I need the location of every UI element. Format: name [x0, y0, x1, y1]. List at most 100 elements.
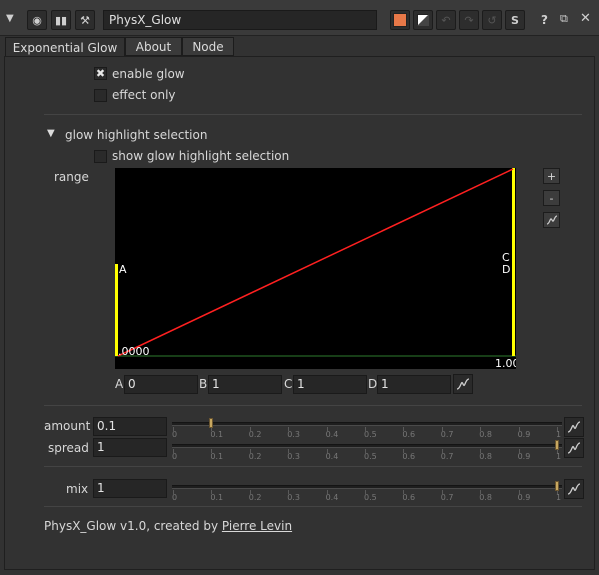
- mix-input[interactable]: 1: [93, 479, 167, 498]
- slider-tick-label: 1: [556, 452, 562, 461]
- divider: [44, 405, 582, 406]
- slider-track[interactable]: [172, 422, 562, 426]
- slider-tick-label: 0.6: [402, 452, 416, 461]
- amount-input[interactable]: 0.1: [93, 417, 167, 436]
- group-collapse-arrow-icon[interactable]: ▼: [47, 128, 55, 139]
- curve-marker-d: D: [502, 263, 511, 276]
- range-animation-icon[interactable]: [453, 374, 473, 394]
- redo-icon[interactable]: ↷: [459, 10, 479, 30]
- settings-wrench-icon[interactable]: ⚒: [75, 10, 95, 30]
- slider-tick-label: 0.3: [287, 493, 300, 502]
- slider-tick-label: 0: [172, 493, 178, 502]
- divider: [44, 114, 582, 115]
- field-a-input[interactable]: 0: [124, 375, 198, 394]
- float-window-icon[interactable]: ⧉: [560, 12, 568, 26]
- slider-tick-label: 0.6: [402, 430, 416, 439]
- slider-tick-label: 0.2: [248, 493, 262, 502]
- slider-tick-label: 0.8: [479, 493, 492, 502]
- spread-input[interactable]: 1: [93, 438, 167, 457]
- range-label: range: [54, 170, 89, 184]
- curve-animation-icon[interactable]: [543, 212, 560, 228]
- collapse-arrow-icon[interactable]: ▼: [6, 13, 18, 25]
- slider-tick-label: 0.4: [325, 452, 339, 461]
- slider-tick-label: 0.7: [440, 493, 454, 502]
- viewer-icon[interactable]: ◉: [27, 10, 47, 30]
- slider-tick-label: 1: [556, 430, 562, 439]
- slider-tick-label: 0.3: [287, 452, 300, 461]
- slider-tick-label: 0.9: [517, 493, 531, 502]
- field-c-label: C: [284, 377, 293, 391]
- node-graph-icon[interactable]: ▮▮: [51, 10, 71, 30]
- author-link[interactable]: Pierre Levin: [222, 519, 292, 533]
- spread-label: spread: [48, 441, 89, 455]
- slider-tick-label: 0.4: [325, 493, 339, 502]
- field-d-label: D: [368, 377, 378, 391]
- curve-left-value: .0000: [118, 345, 150, 358]
- slider-tick-label: 0.7: [440, 452, 454, 461]
- slider-tick-label: 0.1: [210, 452, 224, 461]
- script-icon[interactable]: S: [505, 10, 525, 30]
- range-curve-editor[interactable]: A C D .0000 1.00: [115, 168, 516, 369]
- field-d-input[interactable]: 1: [377, 375, 451, 394]
- slider-tick-label: 0.5: [364, 493, 377, 502]
- tab-about[interactable]: About: [125, 37, 182, 56]
- slider-tick-label: 0.2: [248, 430, 262, 439]
- slider-tick-label: 0.1: [210, 493, 224, 502]
- slider-knob[interactable]: [555, 440, 559, 450]
- slider-knob[interactable]: [555, 481, 559, 491]
- slider-tick-label: 0.2: [248, 452, 262, 461]
- field-c-input[interactable]: 1: [293, 375, 367, 394]
- curve-marker-a: A: [119, 263, 127, 276]
- field-a-label: A: [115, 377, 124, 391]
- undo-icon[interactable]: ↶: [436, 10, 456, 30]
- amount-slider[interactable]: 0 0.1 0.2 0.3 0.4 0.5 0.6 0.7 0.8 0.9 1: [172, 418, 562, 442]
- slider-tick-label: 1: [556, 493, 562, 502]
- field-b-label: B: [199, 377, 208, 391]
- mix-slider[interactable]: 0 0.1 0.2 0.3 0.4 0.5 0.6 0.7 0.8 0.9 1: [172, 481, 562, 505]
- mix-label: mix: [66, 482, 89, 496]
- slider-track[interactable]: [172, 485, 562, 489]
- slider-tick-label: 0.9: [517, 430, 531, 439]
- footer-text: PhysX_Glow v1.0, created by: [44, 519, 222, 533]
- slider-track[interactable]: [172, 444, 562, 448]
- node-name-field[interactable]: PhysX_Glow: [103, 10, 377, 30]
- node-color-swatch[interactable]: [390, 10, 410, 30]
- curve-remove-button[interactable]: -: [543, 190, 560, 206]
- slider-tick-label: 0.5: [364, 430, 377, 439]
- amount-label: amount: [44, 419, 91, 433]
- effect-only-label: effect only: [112, 88, 176, 102]
- color-reset-icon[interactable]: [413, 10, 433, 30]
- slider-tick-label: 0.8: [479, 452, 492, 461]
- group-title[interactable]: glow highlight selection: [65, 128, 207, 142]
- slider-tick-label: 0.5: [364, 452, 377, 461]
- slider-tick-label: 0.1: [210, 430, 224, 439]
- curve-ramp-line: [117, 168, 514, 357]
- slider-tick-label: 0.8: [479, 430, 492, 439]
- spread-slider[interactable]: 0 0.1 0.2 0.3 0.4 0.5 0.6 0.7 0.8 0.9 1: [172, 440, 562, 464]
- revert-icon[interactable]: ↺: [482, 10, 502, 30]
- spread-animation-icon[interactable]: [564, 438, 584, 458]
- tab-exponential-glow[interactable]: Exponential Glow: [5, 37, 125, 57]
- curve-right-value: 1.00: [495, 357, 516, 369]
- show-highlight-checkbox[interactable]: [94, 150, 107, 163]
- show-highlight-label: show glow highlight selection: [112, 149, 290, 163]
- slider-tick-label: 0: [172, 452, 178, 461]
- footer-credit: PhysX_Glow v1.0, created by Pierre Levin: [44, 519, 292, 533]
- close-icon[interactable]: ✕: [580, 11, 591, 26]
- slider-tick-label: 0.7: [440, 430, 454, 439]
- slider-tick-label: 0.3: [287, 430, 300, 439]
- amount-animation-icon[interactable]: [564, 417, 584, 437]
- slider-tick-label: 0.9: [517, 452, 531, 461]
- effect-only-checkbox[interactable]: [94, 89, 107, 102]
- slider-tick-label: 0.4: [325, 430, 339, 439]
- slider-knob[interactable]: [209, 418, 214, 428]
- divider: [44, 466, 582, 467]
- tab-node[interactable]: Node: [182, 37, 234, 56]
- help-icon[interactable]: ?: [541, 13, 548, 27]
- divider: [44, 506, 582, 507]
- mix-animation-icon[interactable]: [564, 479, 584, 499]
- slider-tick-label: 0: [172, 430, 178, 439]
- curve-add-button[interactable]: +: [543, 168, 560, 184]
- enable-glow-checkbox[interactable]: ✖: [94, 67, 107, 80]
- field-b-input[interactable]: 1: [208, 375, 282, 394]
